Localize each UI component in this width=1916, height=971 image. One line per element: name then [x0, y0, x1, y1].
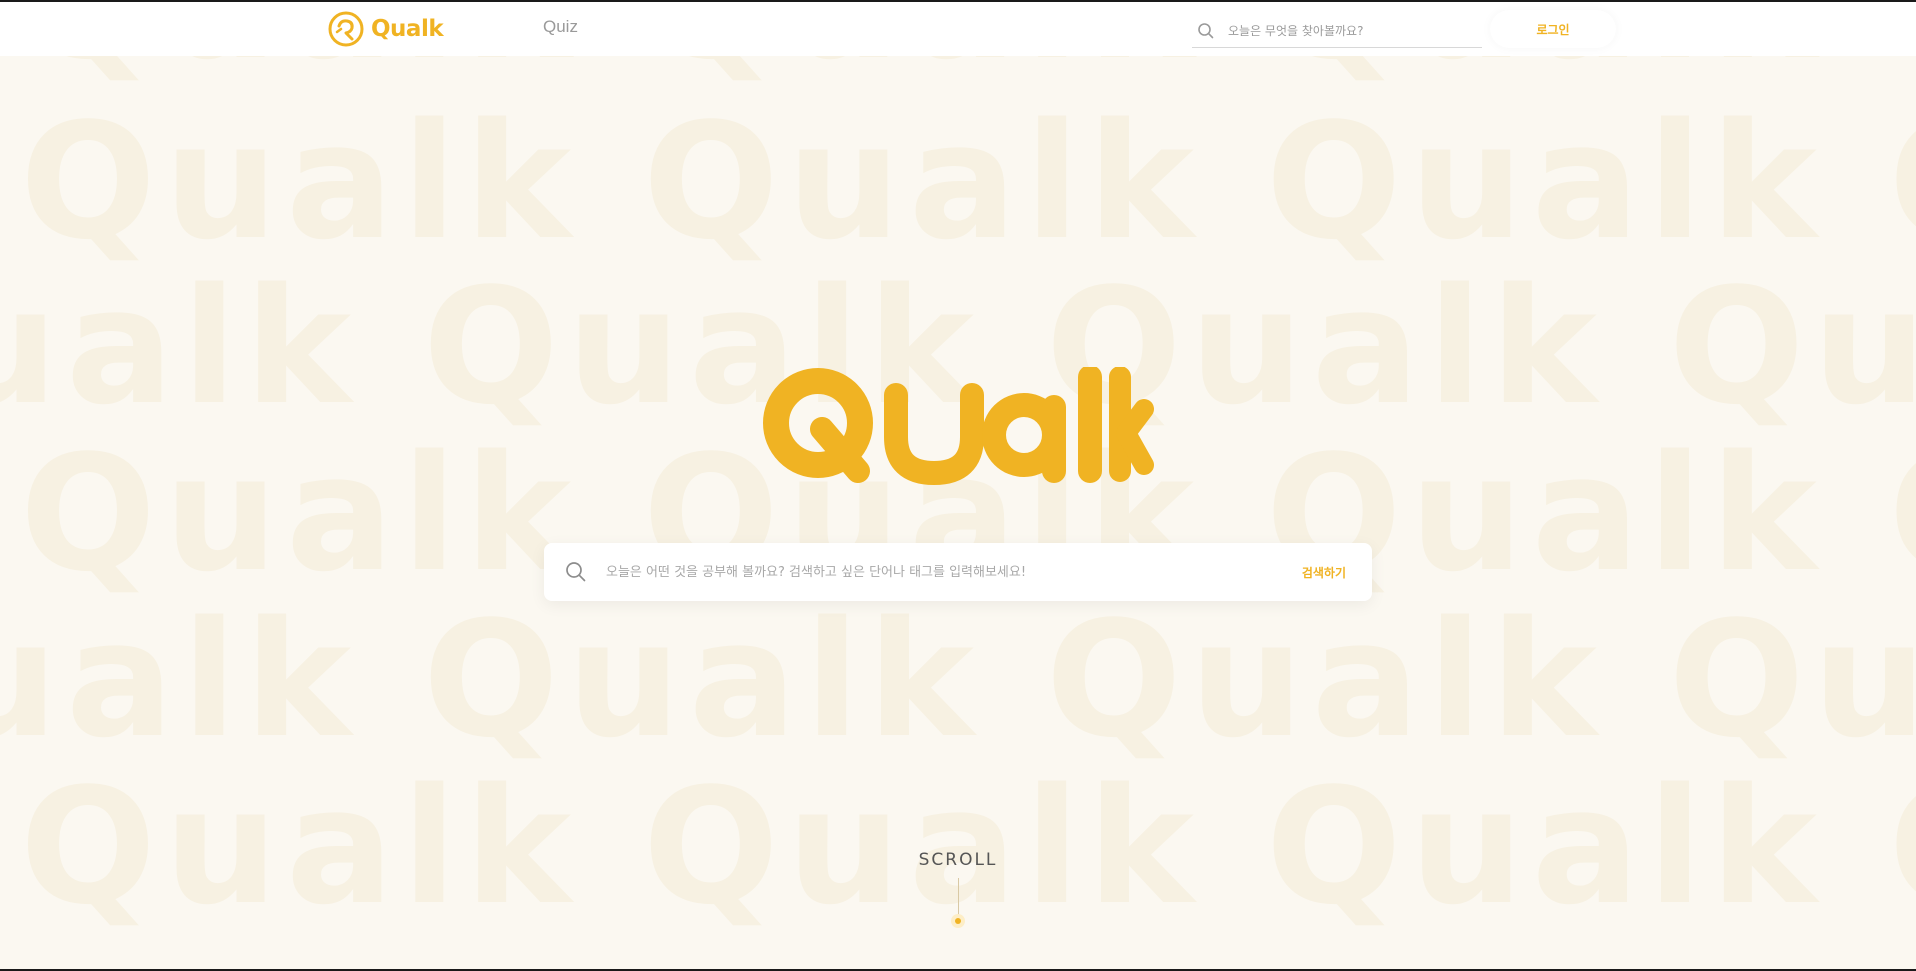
search-submit-button[interactable]: 검색하기 [1302, 564, 1346, 581]
brand-name: Qualk [371, 16, 444, 42]
header-search-input[interactable] [1228, 23, 1468, 38]
top-header: Qualk Quiz 로그인 [0, 2, 1916, 56]
nav-link-quiz[interactable]: Quiz [543, 17, 578, 37]
search-icon[interactable] [564, 560, 588, 584]
login-button[interactable]: 로그인 [1490, 10, 1616, 48]
search-icon[interactable] [1196, 21, 1216, 41]
brand-logo[interactable]: Qualk [328, 11, 444, 47]
main-search-input[interactable] [606, 564, 1302, 580]
scroll-label: SCROLL [918, 850, 998, 870]
hero-logo [763, 367, 1154, 486]
scroll-indicator[interactable]: SCROLL [908, 850, 1008, 928]
scroll-line [957, 878, 959, 918]
main-search-bar: 검색하기 [544, 543, 1372, 601]
qualk-logo-icon [328, 11, 364, 47]
page: Qualk Qualk Qualk Qualk Qualk Qualk Qual… [0, 2, 1916, 969]
header-search [1192, 14, 1482, 48]
scroll-dot-icon [951, 914, 965, 928]
